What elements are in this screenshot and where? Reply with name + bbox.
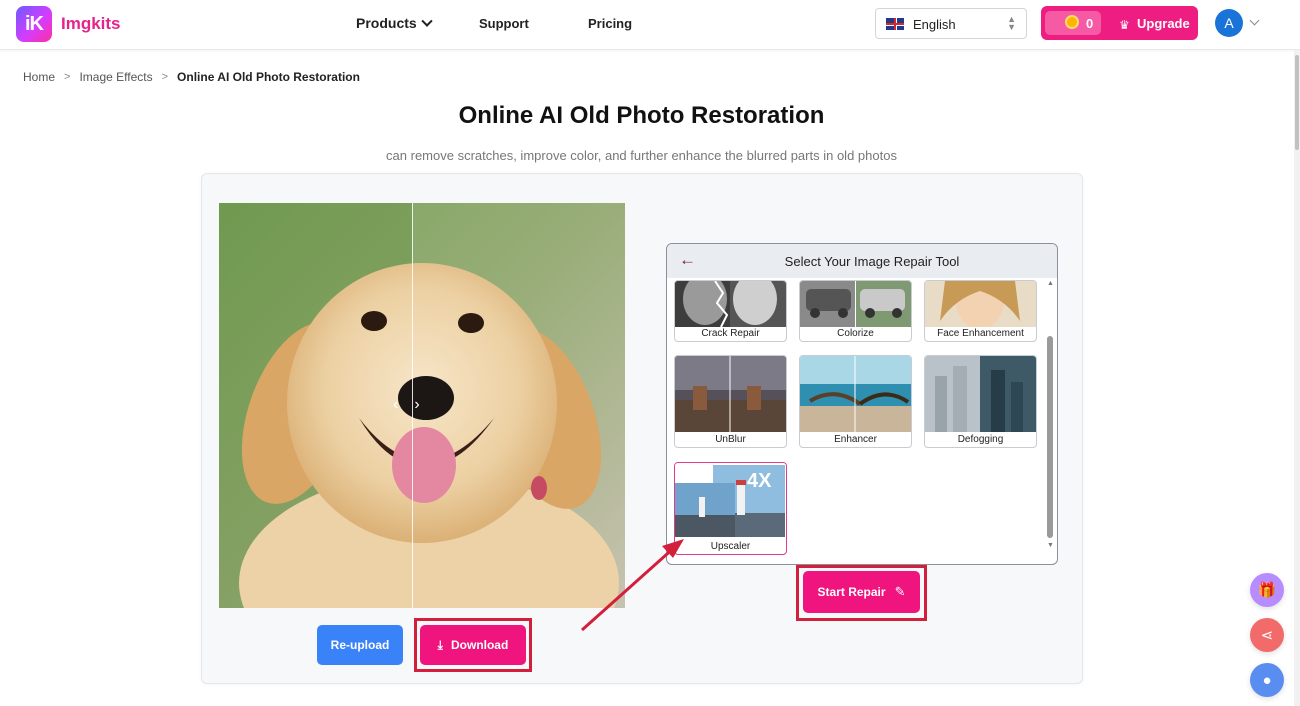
chevron-right-icon: > bbox=[64, 71, 71, 83]
tool-label: Face Enhancement bbox=[937, 328, 1024, 339]
tool-label: UnBlur bbox=[715, 434, 746, 445]
language-label: English bbox=[913, 17, 956, 32]
tool-label: Colorize bbox=[837, 328, 874, 339]
chevron-down-icon[interactable] bbox=[1249, 15, 1260, 26]
download-button[interactable]: ⤓ Download bbox=[420, 625, 526, 665]
breadcrumb-current: Online AI Old Photo Restoration bbox=[177, 70, 360, 84]
upscaler-thumbnail: 4X bbox=[675, 463, 786, 539]
tool-colorize[interactable]: Colorize bbox=[799, 280, 912, 342]
share-button[interactable]: ⋖ bbox=[1250, 618, 1284, 652]
gift-button[interactable]: 🎁 bbox=[1250, 573, 1284, 607]
tool-unblur[interactable]: UnBlur bbox=[674, 355, 787, 448]
nav-products-label: Products bbox=[356, 15, 417, 31]
page-title: Online AI Old Photo Restoration bbox=[458, 102, 825, 129]
defogging-thumbnail bbox=[925, 356, 1036, 432]
crown-icon: ♛ bbox=[1119, 18, 1130, 32]
upgrade-button[interactable]: 0 ♛ Upgrade bbox=[1041, 6, 1198, 40]
imgkits-logo[interactable]: iK bbox=[16, 6, 52, 42]
coin-icon bbox=[1065, 15, 1079, 29]
unblur-thumbnail bbox=[675, 356, 786, 432]
face-enhancement-thumbnail bbox=[925, 281, 1036, 327]
crack-repair-thumbnail bbox=[675, 281, 786, 327]
uk-flag-icon bbox=[886, 18, 904, 30]
tool-face-enhancement[interactable]: Face Enhancement bbox=[924, 280, 1037, 342]
download-label: Download bbox=[450, 638, 509, 652]
select-arrows-icon: ▲ ▼ bbox=[1007, 14, 1016, 32]
tool-label: Upscaler bbox=[710, 541, 751, 552]
panel-scrollbar-thumb[interactable] bbox=[1047, 336, 1053, 538]
page-scrollbar-thumb[interactable] bbox=[1295, 55, 1299, 150]
tool-enhancer[interactable]: Enhancer bbox=[799, 355, 912, 448]
avatar[interactable]: A bbox=[1215, 9, 1243, 37]
nav-products[interactable]: Products bbox=[356, 15, 433, 31]
tool-label: Defogging bbox=[957, 434, 1004, 445]
tool-label: Enhancer bbox=[834, 434, 877, 445]
breadcrumb-image-effects[interactable]: Image Effects bbox=[79, 70, 152, 84]
language-select[interactable]: English ▲ ▼ bbox=[875, 8, 1027, 39]
upscaler-badge: 4X bbox=[747, 470, 772, 492]
page-subtitle: can remove scratches, improve color, and… bbox=[386, 148, 897, 163]
repair-tool-panel: ← Select Your Image Repair Tool Crack Re… bbox=[666, 243, 1058, 565]
start-repair-label: Start Repair bbox=[817, 585, 886, 599]
breadcrumb: Home > Image Effects > Online AI Old Pho… bbox=[23, 70, 360, 84]
panel-header: ← Select Your Image Repair Tool bbox=[667, 244, 1057, 278]
share-icon: ⋖ bbox=[1260, 627, 1274, 644]
chevron-right-icon: > bbox=[161, 71, 169, 83]
breadcrumb-home[interactable]: Home bbox=[23, 70, 55, 84]
nav-support[interactable]: Support bbox=[479, 16, 529, 31]
chat-button[interactable]: ● bbox=[1250, 663, 1284, 697]
start-repair-button[interactable]: Start Repair ✎ bbox=[803, 571, 920, 613]
chevron-down-icon bbox=[421, 15, 433, 27]
top-header: iK Imgkits Products Support Pricing Engl… bbox=[0, 0, 1300, 50]
scroll-up-icon[interactable]: ▲ bbox=[1047, 280, 1054, 287]
tool-upscaler[interactable]: 4X Upscaler bbox=[674, 462, 787, 555]
chat-icon: ● bbox=[1262, 671, 1272, 689]
magic-wand-icon: ✎ bbox=[894, 584, 906, 599]
enhancer-thumbnail bbox=[800, 356, 911, 432]
gift-icon: 🎁 bbox=[1257, 582, 1277, 599]
tool-defogging[interactable]: Defogging bbox=[924, 355, 1037, 448]
brand-name[interactable]: Imgkits bbox=[61, 14, 121, 34]
credits-count: 0 bbox=[1086, 16, 1094, 31]
reupload-button[interactable]: Re-upload bbox=[317, 625, 403, 665]
comparison-handle-icon[interactable]: ‹› bbox=[393, 396, 436, 414]
download-icon: ⤓ bbox=[437, 637, 443, 652]
scroll-down-icon[interactable]: ▼ bbox=[1047, 542, 1054, 549]
tool-label: Crack Repair bbox=[701, 328, 760, 339]
tool-crack-repair[interactable]: Crack Repair bbox=[674, 280, 787, 342]
upgrade-label: Upgrade bbox=[1137, 16, 1190, 31]
panel-title: Select Your Image Repair Tool bbox=[784, 254, 960, 269]
colorize-thumbnail bbox=[800, 281, 911, 327]
nav-pricing[interactable]: Pricing bbox=[588, 16, 632, 31]
